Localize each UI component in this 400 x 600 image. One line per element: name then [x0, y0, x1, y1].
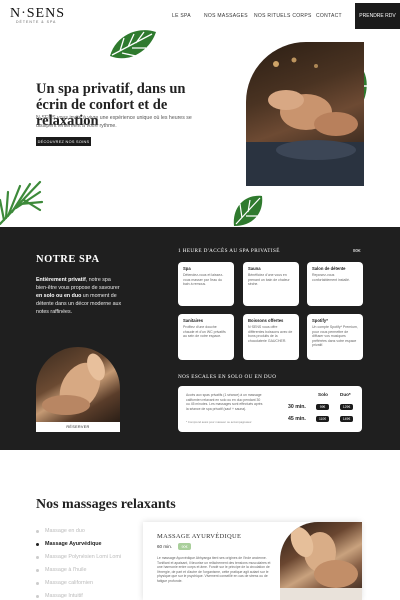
acces-price: 80€ — [353, 248, 361, 253]
col-solo-header: Solo — [318, 392, 328, 397]
ayurvedic-massage-image — [280, 522, 362, 600]
hero-text: N·SENS vous invite à vivre une expérienc… — [36, 115, 192, 129]
bullet-icon — [36, 594, 39, 598]
duration-45: 45 min. — [288, 416, 306, 422]
bullet-icon — [36, 581, 39, 585]
massage-tab-ayurvedique[interactable]: Massage Ayurvédique — [36, 541, 102, 547]
site-header: N·SENS DÉTENTE & SPA LE SPA NOS MASSAGES… — [0, 0, 400, 32]
escales-title: NOS ESCALES EN SOLO OU EN DUO — [178, 374, 277, 380]
feature-card-spotify: Spotify* Un compte Spotify* Premium, pou… — [307, 314, 363, 360]
feature-card-sauna: Sauna Bénéficiez d'une vous en prenant u… — [243, 262, 299, 306]
acces-title: 1 HEURE D'ACCÈS AU SPA PRIVATISÉ — [178, 248, 280, 254]
monstera-leaf-icon — [233, 195, 263, 226]
notre-spa-text: Entièrement privatif, notre spa bien-êtr… — [36, 277, 122, 315]
monstera-leaf-icon — [110, 30, 156, 59]
massage-tab-lomi-lomi[interactable]: Massage Polynésien Lomi Lomi — [36, 554, 121, 560]
price-duo-45: 149€ — [340, 416, 353, 422]
bullet-icon — [36, 542, 39, 546]
massage-tab-californien[interactable]: Massage californien — [36, 580, 93, 586]
bullet-icon — [36, 555, 39, 559]
massages-title: Nos massages relaxants — [36, 497, 176, 512]
bullet-icon — [36, 529, 39, 533]
feature-card-sanitaires: Sanitaires Profitez d'une douche chaude … — [178, 314, 234, 360]
escales-description: Accès aux spas privatifs (1 séance) à un… — [186, 393, 263, 411]
massage-description: Le massage Ayurvédique Abhyanga tient se… — [157, 556, 271, 583]
massage-price-badge: 90€ — [178, 543, 191, 550]
logo-tagline: DÉTENTE & SPA — [16, 20, 57, 24]
escales-pricing-box: Accès aux spas privatifs (1 séance) à un… — [178, 386, 362, 432]
price-solo-30: 99€ — [316, 404, 329, 410]
nav-contact[interactable]: CONTACT — [316, 13, 342, 19]
feature-card-boissons: Boissons offertes N·SENS vous offre diff… — [243, 314, 299, 360]
price-duo-30: 129€ — [340, 404, 353, 410]
massage-card-title: MASSAGE AYURVÉDIQUE — [157, 533, 242, 540]
massage-duration: 60 min. — [157, 544, 173, 549]
notre-spa-title: NOTRE SPA — [36, 254, 100, 265]
massage-tab-intuitif[interactable]: Massage Intuitif — [36, 593, 83, 599]
nav-nos-rituels-corps[interactable]: NOS RITUELS CORPS — [254, 13, 312, 19]
escales-footnote: * Comprend aussi pour masseur ou accompa… — [186, 420, 252, 424]
palm-leaf-icon — [0, 180, 44, 226]
bullet-icon — [36, 568, 39, 572]
massage-tab-huile[interactable]: Massage à l'huile — [36, 567, 86, 573]
duration-30: 30 min. — [288, 404, 306, 410]
col-duo-header: Duo* — [340, 392, 351, 397]
nav-nos-massages[interactable]: NOS MASSAGES — [204, 13, 248, 19]
massage-tab-duo[interactable]: Massage en duo — [36, 528, 85, 534]
hero-massage-image — [246, 42, 364, 186]
price-solo-45: 110€ — [316, 416, 329, 422]
feature-card-spa: Spa Détendez-vous et laissez-vous masser… — [178, 262, 234, 306]
reserver-button[interactable]: RÉSERVER — [36, 422, 120, 432]
feature-card-salon: Salon de détente Reposez-vous confortabl… — [307, 262, 363, 306]
massage-hands-image — [36, 347, 120, 422]
discover-care-button[interactable]: DÉCOUVREZ NOS SOINS — [36, 137, 91, 146]
nav-le-spa[interactable]: LE SPA — [172, 13, 191, 19]
prendre-rdv-button[interactable]: PRENDRE RDV — [355, 3, 400, 29]
